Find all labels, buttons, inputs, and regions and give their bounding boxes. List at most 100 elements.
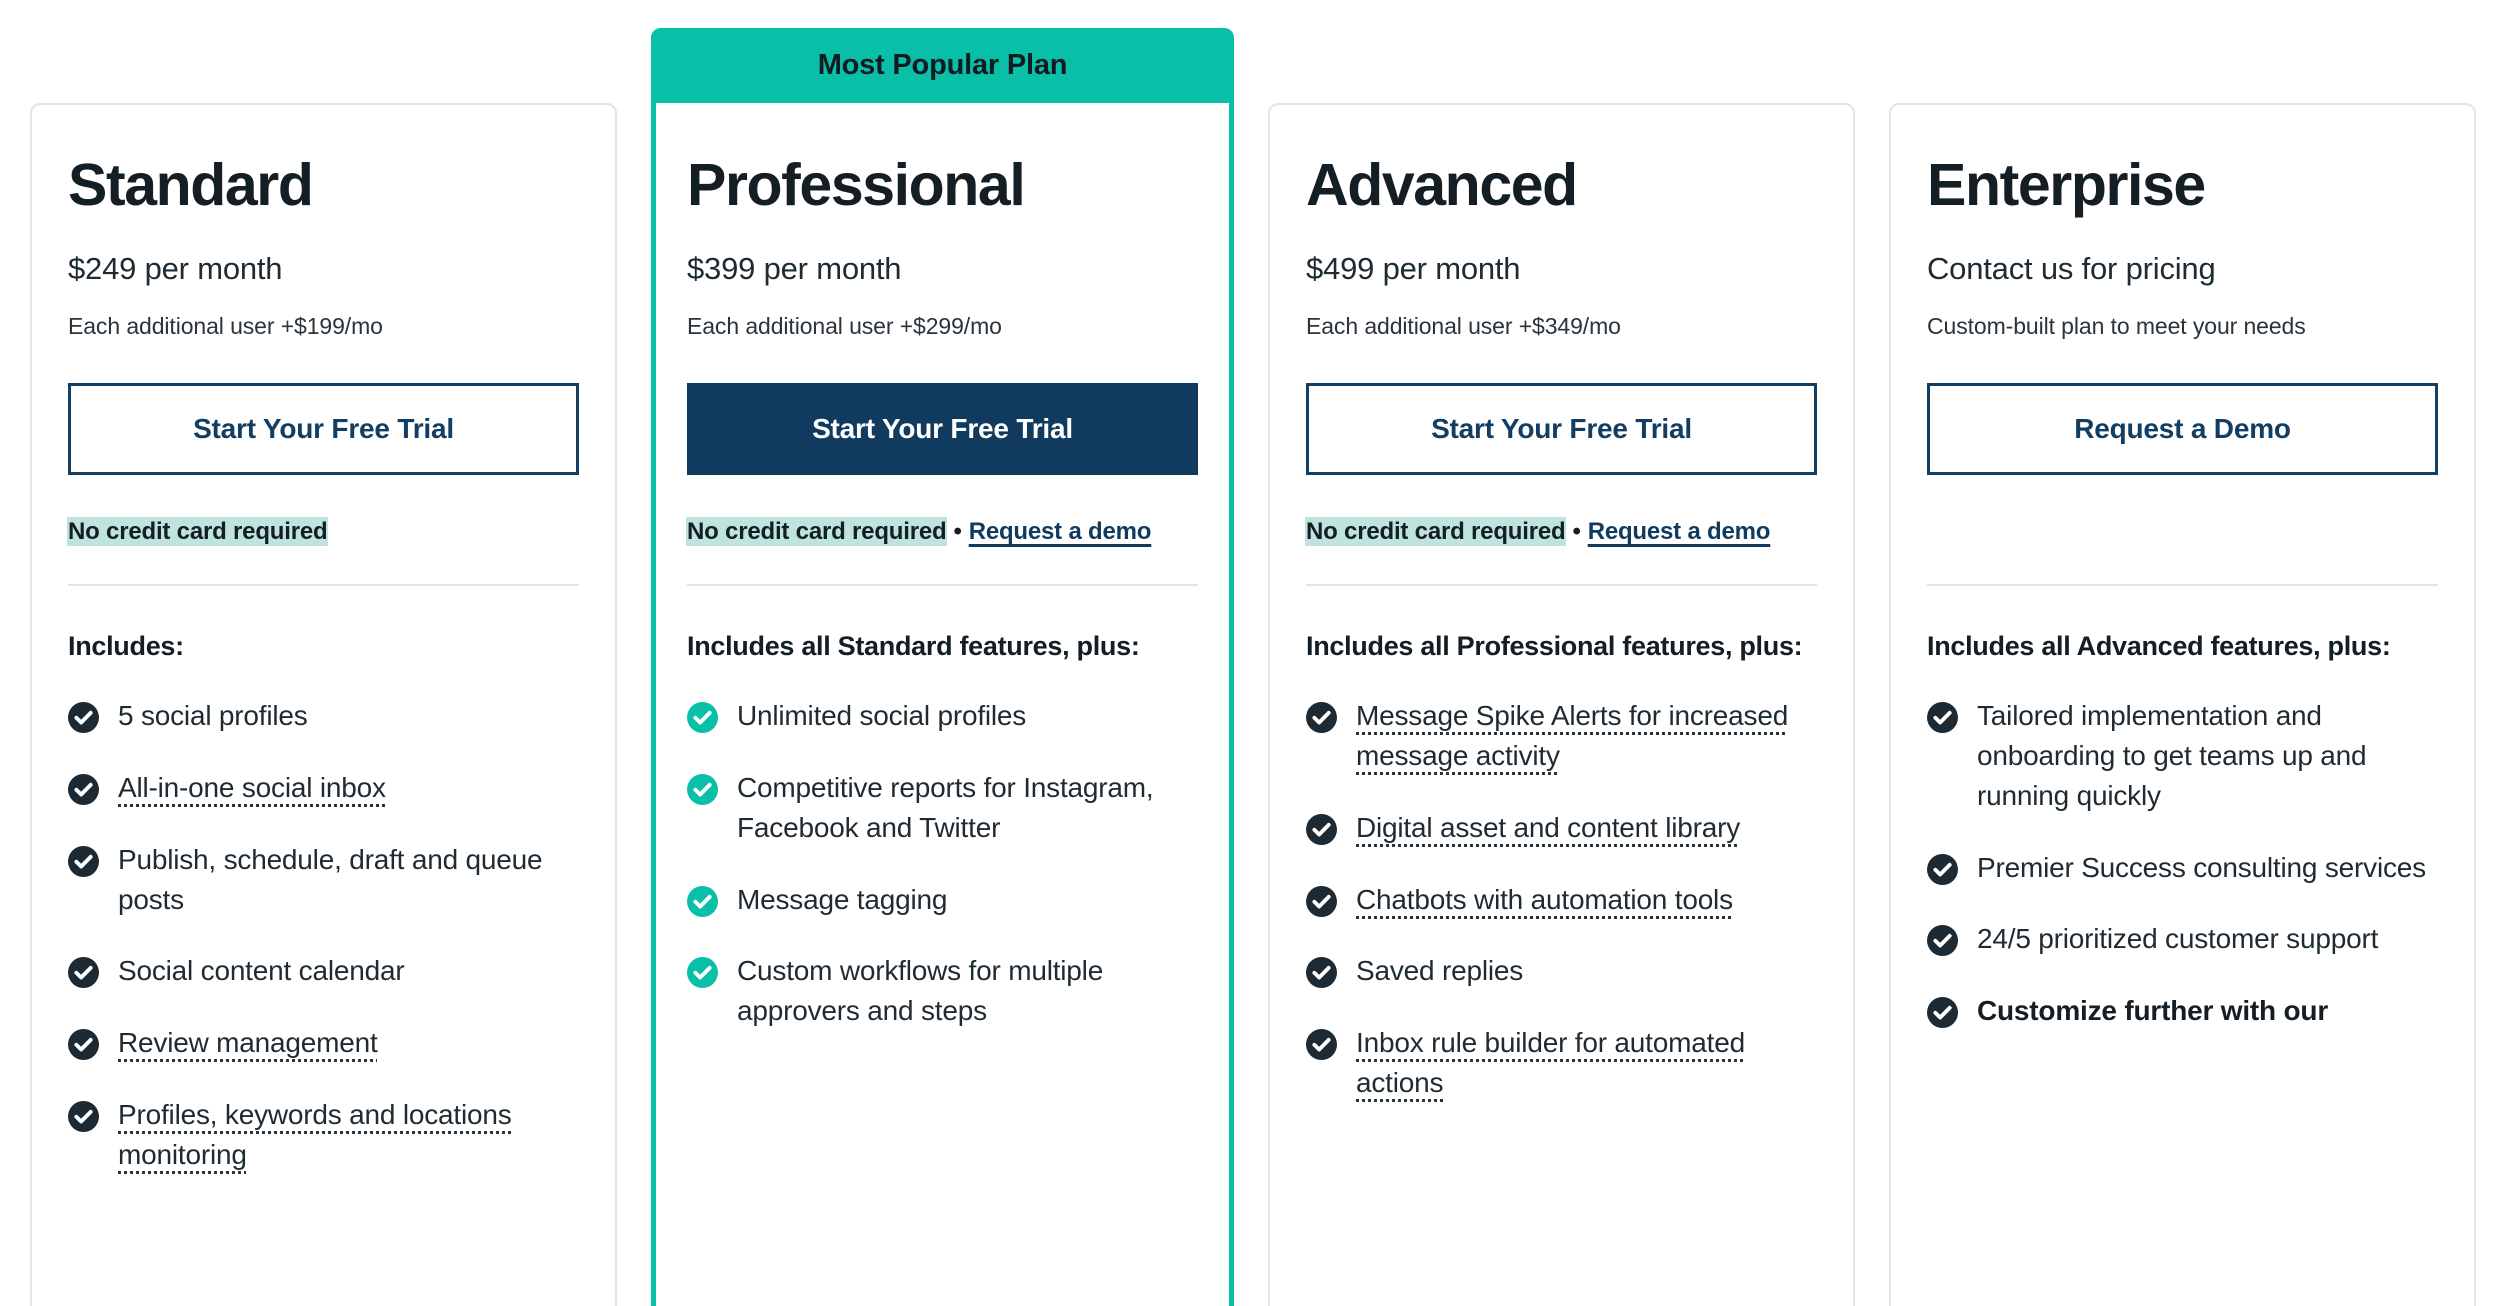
cta-button[interactable]: Start Your Free Trial xyxy=(1306,382,1817,475)
features-section: Includes all Professional features, plus… xyxy=(1270,586,1853,1103)
feature-item: Competitive reports for Instagram, Faceb… xyxy=(687,768,1198,848)
no-credit-card-text: No credit card required xyxy=(68,517,328,545)
feature-label: Tailored implementation and onboarding t… xyxy=(1977,700,2367,811)
request-demo-link[interactable]: Request a demo xyxy=(969,518,1152,545)
feature-label: Publish, schedule, draft and queue posts xyxy=(118,843,543,915)
check-circle-icon xyxy=(1927,997,1958,1029)
feature-item: Tailored implementation and onboarding t… xyxy=(1927,696,2438,815)
plan-card-professional: Most Popular Plan Professional $399 per mo… xyxy=(651,28,1234,1306)
plan-header: Enterprise Contact us for pricing Custom-b… xyxy=(1891,105,2474,586)
feature-item: All-in-one social inbox xyxy=(68,768,579,808)
check-circle-icon xyxy=(687,774,718,806)
plan-price: $499 per month xyxy=(1306,250,1521,286)
plan-additional-user-price: Each additional user +$199/mo xyxy=(68,312,383,339)
check-circle-icon xyxy=(687,702,718,734)
feature-label[interactable]: All-in-one social inbox xyxy=(118,768,386,808)
plan-price: $249 per month xyxy=(68,250,283,286)
features-title: Includes all Standard features, plus: xyxy=(687,630,1140,661)
feature-label: Message tagging xyxy=(737,883,948,915)
feature-label: Unlimited social profiles xyxy=(737,700,1027,732)
plan-additional-user-price: Each additional user +$299/mo xyxy=(687,312,1002,339)
check-circle-icon xyxy=(68,1029,99,1061)
feature-item: Custom workflows for multiple approvers … xyxy=(687,951,1198,1031)
check-circle-icon xyxy=(68,845,99,877)
check-circle-icon xyxy=(68,702,99,734)
plan-name: Standard xyxy=(68,152,314,218)
feature-label[interactable]: Message Spike Alerts for increased messa… xyxy=(1356,696,1817,776)
feature-item: Message Spike Alerts for increased messa… xyxy=(1306,696,1817,776)
cta-note-empty xyxy=(1927,518,2438,546)
check-circle-icon xyxy=(1306,885,1337,917)
features-title: Includes: xyxy=(68,630,184,661)
feature-label: Competitive reports for Instagram, Faceb… xyxy=(737,772,1154,843)
no-credit-card-text: No credit card required xyxy=(1306,517,1566,545)
feature-item: Unlimited social profiles xyxy=(687,696,1198,736)
feature-item: Customize further with our xyxy=(1927,991,2438,1031)
note-separator: • xyxy=(953,517,962,545)
feature-label: 5 social profiles xyxy=(118,700,308,732)
feature-item: 24/5 prioritized customer support xyxy=(1927,919,2438,959)
feature-label: Custom workflows for multiple approvers … xyxy=(737,955,1104,1027)
feature-label: Saved replies xyxy=(1356,955,1524,987)
plan-price: Contact us for pricing xyxy=(1927,250,2216,286)
cta-button[interactable]: Start Your Free Trial xyxy=(687,382,1198,475)
feature-label[interactable]: Chatbots with automation tools xyxy=(1356,880,1733,920)
feature-item: Inbox rule builder for automated actions xyxy=(1306,1023,1817,1103)
feature-label: Customize further with our xyxy=(1977,995,2329,1027)
feature-label[interactable]: Profiles, keywords and locations monitor… xyxy=(118,1095,579,1175)
plan-card-standard: Standard $249 per month Each additional us… xyxy=(30,103,617,1306)
plan-header: Advanced $499 per month Each additional us… xyxy=(1270,105,1853,586)
feature-label: 24/5 prioritized customer support xyxy=(1977,923,2379,955)
plan-name: Professional xyxy=(687,152,1026,218)
cta-button[interactable]: Start Your Free Trial xyxy=(68,382,579,475)
plan-card-advanced: Advanced $499 per month Each additional us… xyxy=(1268,103,1855,1306)
check-circle-icon xyxy=(68,1100,99,1132)
cta-button[interactable]: Request a Demo xyxy=(1927,382,2438,475)
cta-note: No credit card required • Request a demo xyxy=(1306,517,1817,546)
feature-label: Premier Success consulting services xyxy=(1977,851,2426,883)
check-circle-icon xyxy=(68,957,99,989)
check-circle-icon xyxy=(68,774,99,806)
feature-list: Unlimited social profiles Competitive rep… xyxy=(687,696,1198,1031)
feature-label: Social content calendar xyxy=(118,955,405,987)
plan-price: $399 per month xyxy=(687,250,902,286)
plan-additional-user-price: Custom-built plan to meet your needs xyxy=(1927,312,2306,339)
check-circle-icon xyxy=(687,957,718,989)
check-circle-icon xyxy=(1306,702,1337,734)
feature-item: Review management xyxy=(68,1023,579,1063)
feature-label[interactable]: Digital asset and content library xyxy=(1356,808,1740,848)
request-demo-link[interactable]: Request a demo xyxy=(1588,518,1771,545)
check-circle-icon xyxy=(1927,702,1958,734)
check-circle-icon xyxy=(1306,813,1337,845)
features-section: Includes: 5 social profiles All-in-one soc… xyxy=(32,586,615,1175)
feature-list: Tailored implementation and onboarding t… xyxy=(1927,696,2438,1031)
features-section: Includes all Standard features, plus: Unl… xyxy=(651,586,1234,1031)
check-circle-icon xyxy=(1927,925,1958,957)
cta-note: No credit card required xyxy=(68,517,579,546)
check-circle-icon xyxy=(1306,957,1337,989)
features-title: Includes all Professional features, plus… xyxy=(1306,630,1803,661)
feature-item: 5 social profiles xyxy=(68,696,579,736)
feature-label[interactable]: Review management xyxy=(118,1023,378,1063)
features-section: Includes all Advanced features, plus: Tai… xyxy=(1891,586,2474,1031)
pricing-plans-grid: Standard $249 per month Each additional us… xyxy=(0,0,2506,1306)
feature-item: Profiles, keywords and locations monitor… xyxy=(68,1095,579,1175)
feature-list: Message Spike Alerts for increased messa… xyxy=(1306,696,1817,1102)
feature-item: Saved replies xyxy=(1306,951,1817,991)
features-title: Includes all Advanced features, plus: xyxy=(1927,630,2391,661)
feature-label[interactable]: Inbox rule builder for automated actions xyxy=(1356,1023,1817,1103)
feature-item: Publish, schedule, draft and queue posts xyxy=(68,840,579,920)
check-circle-icon xyxy=(1306,1029,1337,1061)
plan-header: Standard $249 per month Each additional us… xyxy=(32,105,615,586)
feature-item: Message tagging xyxy=(687,880,1198,920)
plan-header: Professional $399 per month Each additiona… xyxy=(651,103,1234,586)
check-circle-icon xyxy=(1927,853,1958,885)
no-credit-card-text: No credit card required xyxy=(687,517,947,545)
feature-item: Social content calendar xyxy=(68,951,579,991)
feature-item: Premier Success consulting services xyxy=(1927,848,2438,888)
check-circle-icon xyxy=(687,885,718,917)
feature-list: 5 social profiles All-in-one social inbox… xyxy=(68,696,579,1174)
feature-item: Digital asset and content library xyxy=(1306,808,1817,848)
feature-item: Chatbots with automation tools xyxy=(1306,880,1817,920)
plan-card-enterprise: Enterprise Contact us for pricing Custom-b… xyxy=(1889,103,2476,1306)
